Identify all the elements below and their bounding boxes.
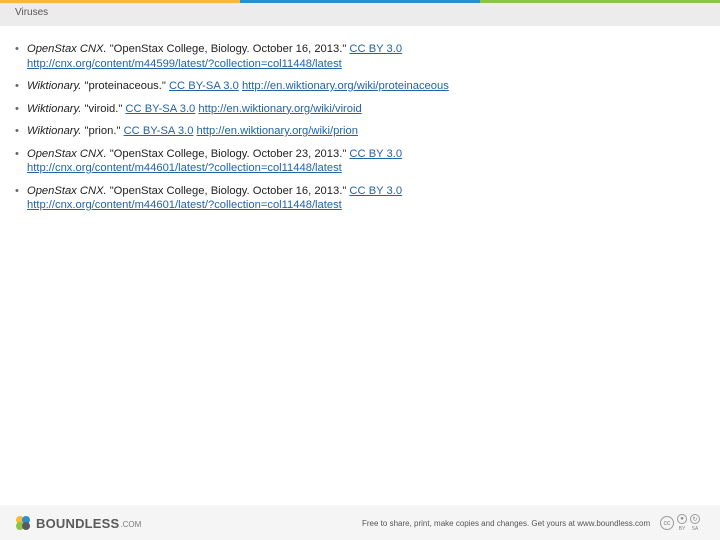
license-link[interactable]: CC BY 3.0 bbox=[349, 148, 402, 160]
cc-license-badge[interactable]: cc ● BY ↻ SA bbox=[660, 514, 703, 532]
logo-wordmark: BOUNDLESS bbox=[36, 515, 120, 531]
reference-text: "prion." bbox=[81, 125, 124, 137]
bullet: • bbox=[15, 80, 19, 92]
cc-by-label: BY bbox=[678, 526, 686, 532]
license-link[interactable]: CC BY-SA 3.0 bbox=[125, 103, 195, 115]
boundless-logo-icon bbox=[16, 516, 30, 530]
slide-footer: BOUNDLESS .COM Free to share, print, mak… bbox=[0, 505, 720, 540]
reference-item: • Wiktionary. "prion." CC BY-SA 3.0 http… bbox=[15, 124, 705, 139]
reference-list: • OpenStax CNX. "OpenStax College, Biolo… bbox=[15, 42, 705, 221]
reference-item: • OpenStax CNX. "OpenStax College, Biolo… bbox=[15, 184, 705, 213]
reference-source: Wiktionary. bbox=[27, 80, 82, 92]
reference-item: • OpenStax CNX. "OpenStax College, Biolo… bbox=[15, 42, 705, 71]
license-link[interactable]: CC BY-SA 3.0 bbox=[124, 125, 194, 137]
slide-title: Viruses bbox=[15, 7, 49, 18]
reference-url-link[interactable]: http://en.wiktionary.org/wiki/prion bbox=[197, 125, 358, 137]
reference-item: • Wiktionary. "proteinaceous." CC BY-SA … bbox=[15, 79, 705, 94]
reference-source: OpenStax CNX. bbox=[27, 43, 107, 55]
cc-by-badge: ● BY bbox=[677, 514, 687, 532]
share-alike-icon: ↻ bbox=[690, 514, 700, 524]
reference-source: Wiktionary. bbox=[27, 102, 82, 115]
boundless-logo[interactable]: BOUNDLESS .COM bbox=[14, 514, 141, 532]
license-link[interactable]: CC BY 3.0 bbox=[349, 185, 402, 197]
bullet: • bbox=[15, 125, 19, 137]
license-link[interactable]: CC BY 3.0 bbox=[349, 43, 402, 55]
attribution-icon: ● bbox=[677, 514, 687, 524]
reference-url-link[interactable]: http://cnx.org/content/m44599/latest/?co… bbox=[27, 58, 342, 70]
slide-header: Viruses bbox=[0, 3, 720, 26]
logo-tld: .COM bbox=[120, 520, 142, 529]
cc-sa-label: SA bbox=[691, 526, 699, 532]
reference-url-link[interactable]: http://en.wiktionary.org/wiki/proteinace… bbox=[242, 80, 449, 92]
reference-url-link[interactable]: http://cnx.org/content/m44601/latest/?co… bbox=[27, 199, 342, 211]
cc-sa-badge: ↻ SA bbox=[690, 514, 700, 532]
bullet: • bbox=[15, 43, 19, 55]
bullet: • bbox=[15, 147, 19, 160]
reference-url-link[interactable]: http://cnx.org/content/m44601/latest/?co… bbox=[27, 162, 342, 174]
reference-text: "OpenStax College, Biology. October 16, … bbox=[106, 43, 350, 55]
reference-source: Wiktionary. bbox=[27, 125, 82, 137]
reference-source: OpenStax CNX. bbox=[27, 184, 107, 197]
cc-icon: cc bbox=[660, 516, 674, 530]
reference-item: • Wiktionary. "viroid." CC BY-SA 3.0 htt… bbox=[15, 102, 705, 117]
bullet: • bbox=[15, 184, 19, 197]
reference-text: "viroid." bbox=[81, 102, 126, 115]
reference-url-link[interactable]: http://en.wiktionary.org/wiki/viroid bbox=[198, 103, 361, 115]
reference-text: "OpenStax College, Biology. October 23, … bbox=[106, 147, 350, 160]
license-link[interactable]: CC BY-SA 3.0 bbox=[169, 80, 239, 92]
reference-source: OpenStax CNX. bbox=[27, 147, 107, 160]
reference-text: "OpenStax College, Biology. October 16, … bbox=[106, 184, 350, 197]
footer-tagline: Free to share, print, make copies and ch… bbox=[362, 519, 651, 528]
bullet: • bbox=[15, 102, 19, 115]
reference-text: "proteinaceous." bbox=[81, 80, 169, 92]
reference-item: • OpenStax CNX. "OpenStax College, Biolo… bbox=[15, 147, 705, 176]
